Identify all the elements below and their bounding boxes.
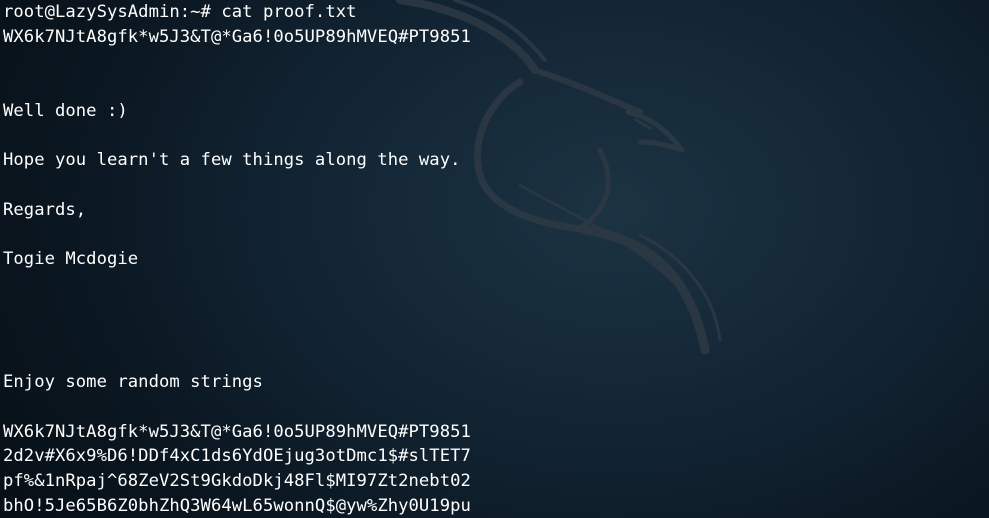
terminal-line: Regards, [3,199,87,220]
terminal-line: pf%&1nRpaj^68ZeV2St9GkdoDkj48Fl$MI97Zt2n… [3,471,471,492]
terminal-line: 2d2v#X6x9%D6!DDf4xC1ds6YdOEjug3otDmc1$#s… [3,446,471,467]
terminal-line: Well done :) [3,100,128,121]
terminal-prompt-line: root@LazySysAdmin:~# cat proof.txt [3,2,357,22]
terminal-line: Enjoy some random strings [3,372,263,393]
terminal-line: WX6k7NJtA8gfk*w5J3&T@*Ga6!0o5UP89hMVEQ#P… [3,421,471,442]
terminal-output[interactable]: root@LazySysAdmin:~# cat proof.txt WX6k7… [3,0,983,518]
terminal-line: Togie Mcdogie [3,248,139,269]
terminal-line: Hope you learn't a few things along the … [3,150,461,171]
terminal-line: WX6k7NJtA8gfk*w5J3&T@*Ga6!0o5UP89hMVEQ#P… [3,26,471,47]
terminal-window[interactable]: { "terminal": { "lines": [ "root@LazySys… [0,0,989,518]
terminal-line: bhO!5Je65B6Z0bhZhQ3W64wL65wonnQ$@yw%Zhy0… [3,495,471,516]
